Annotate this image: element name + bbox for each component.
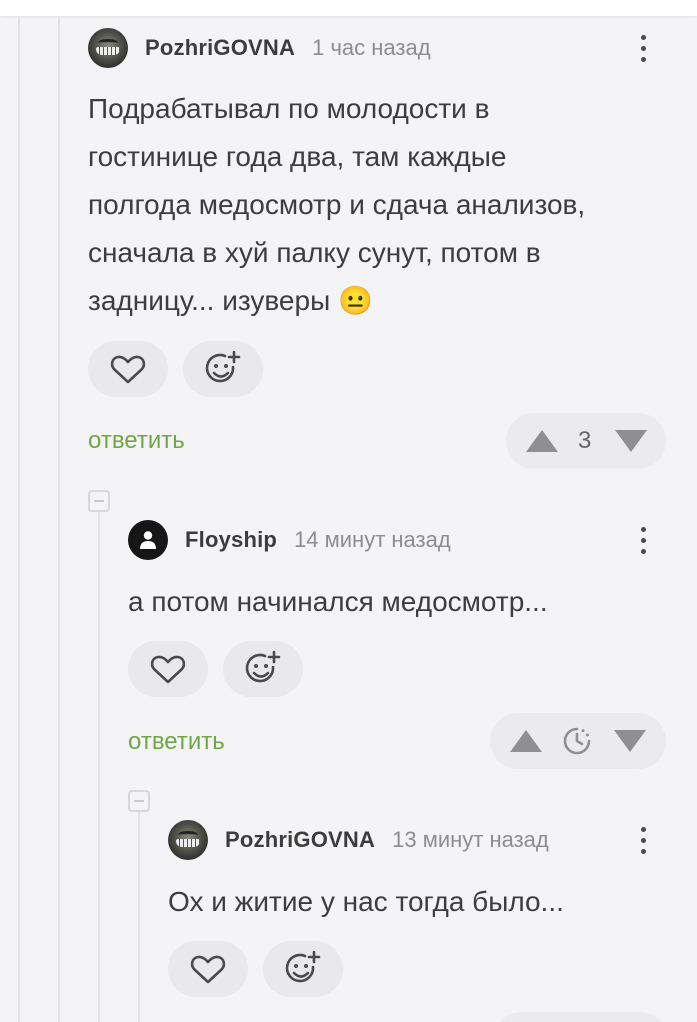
avatar[interactable] [168,820,208,860]
top-bar [0,0,697,16]
comment-text-line: полгода медосмотр и сдача анализов, [88,189,586,220]
comment-header: PozhriGOVNA 13 минут назад [168,820,549,860]
comment-time: 1 час назад [312,35,431,60]
thread-line[interactable] [58,16,60,1022]
more-options-icon[interactable] [633,30,653,66]
thread-line[interactable] [18,16,20,1022]
comment-header: PozhriGOVNA 1 час назад [88,28,431,68]
vote-panel [493,1012,668,1022]
username[interactable]: Floyship [185,527,277,553]
like-button[interactable] [168,941,248,997]
add-emoji-icon [245,650,281,683]
comment: PozhriGOVNA 13 минут назад Ох и житие у … [168,820,668,1022]
comment-text-line: Ох и житие у нас тогда было... [168,886,564,917]
reply-link[interactable]: ответить [128,728,225,756]
comment-text-line: Подрабатывал по молодости в [88,93,490,124]
downvote-icon[interactable] [614,429,648,453]
downvote-icon[interactable] [613,729,647,753]
comment-time: 14 минут назад [294,527,451,552]
like-button[interactable] [128,641,208,697]
thread-line[interactable] [138,812,140,1022]
comment-text-line: гостинице года два, там каждые [88,141,507,172]
like-button[interactable] [88,341,168,397]
upvote-icon[interactable] [509,729,543,753]
heart-icon [190,955,226,984]
timer-icon [563,727,591,755]
add-reaction-button[interactable] [263,941,343,997]
avatar[interactable] [88,28,128,68]
username[interactable]: PozhriGOVNA [225,827,375,853]
add-emoji-icon [285,950,321,983]
more-options-icon[interactable] [633,822,653,858]
add-reaction-button[interactable] [183,341,263,397]
collapse-thread-button[interactable] [88,490,110,512]
heart-icon [150,655,186,684]
comment-text-line: а потом начинался медосмотр... [128,586,548,617]
heart-icon [110,355,146,384]
avatar[interactable] [128,520,168,560]
vote-count: 3 [578,427,592,454]
comment: PozhriGOVNA 1 час назад Подрабатывал по … [88,28,668,469]
thread-line[interactable] [98,512,100,1022]
reply-link[interactable]: ответить [88,427,185,455]
username[interactable]: PozhriGOVNA [145,35,295,61]
comment-time: 13 минут назад [392,827,549,852]
comment-text-line: сначала в хуй палку сунут, потом в [88,237,541,268]
add-emoji-icon [205,350,241,383]
user-icon [140,531,156,549]
vote-panel: 3 [506,413,666,469]
upvote-icon[interactable] [525,429,559,453]
comment: Floyship 14 минут назад а потом начиналс… [128,520,668,780]
vote-panel [490,713,666,769]
add-reaction-button[interactable] [223,641,303,697]
more-options-icon[interactable] [633,522,653,558]
comment-header: Floyship 14 минут назад [128,520,451,560]
comment-text-line: задницу... изуверы 😐 [88,285,373,316]
collapse-thread-button[interactable] [128,790,150,812]
